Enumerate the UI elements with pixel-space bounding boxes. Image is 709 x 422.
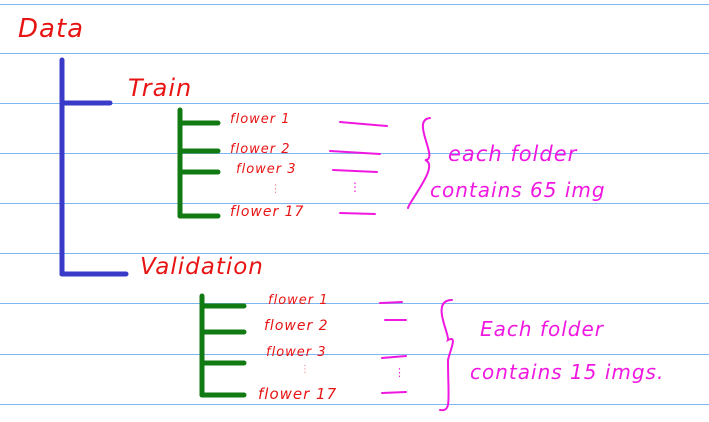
train-ellipsis: ⋮ (270, 182, 282, 195)
validation-item: flower 2 (264, 318, 329, 334)
validation-item: flower 17 (258, 385, 338, 403)
validation-tree-branch (199, 293, 247, 398)
validation-brace (439, 299, 454, 412)
validation-item: flower 3 (266, 345, 327, 360)
validation-note-line2: contains 15 imgs. (470, 360, 665, 384)
train-item: flower 2 (230, 142, 291, 157)
train-dash-ellipsis: ⋮ (349, 180, 362, 194)
train-note-line2: contains 65 img (430, 178, 606, 202)
train-tree-branch (177, 107, 221, 219)
train-item: flower 1 (230, 112, 291, 127)
validation-note-line1: Each folder (480, 317, 604, 341)
root-label: Data (18, 14, 85, 44)
root-tree-branch (59, 57, 129, 277)
train-item: flower 3 (236, 162, 297, 177)
tree-strokes (59, 57, 454, 412)
validation-label: Validation (140, 254, 264, 280)
train-label: Train (128, 74, 193, 102)
validation-dash-marks (379, 299, 454, 412)
train-brace (407, 117, 431, 209)
validation-item: flower 1 (268, 293, 329, 308)
validation-ellipsis: ⋮ (300, 364, 311, 375)
notebook-page: Data Train flower 1 flower 2 flower 3 ⋮ … (0, 0, 709, 422)
validation-dash-ellipsis: ⋮ (394, 366, 406, 379)
train-note-line1: each folder (448, 142, 578, 166)
train-dash-marks (329, 117, 431, 215)
train-item: flower 17 (230, 204, 305, 220)
